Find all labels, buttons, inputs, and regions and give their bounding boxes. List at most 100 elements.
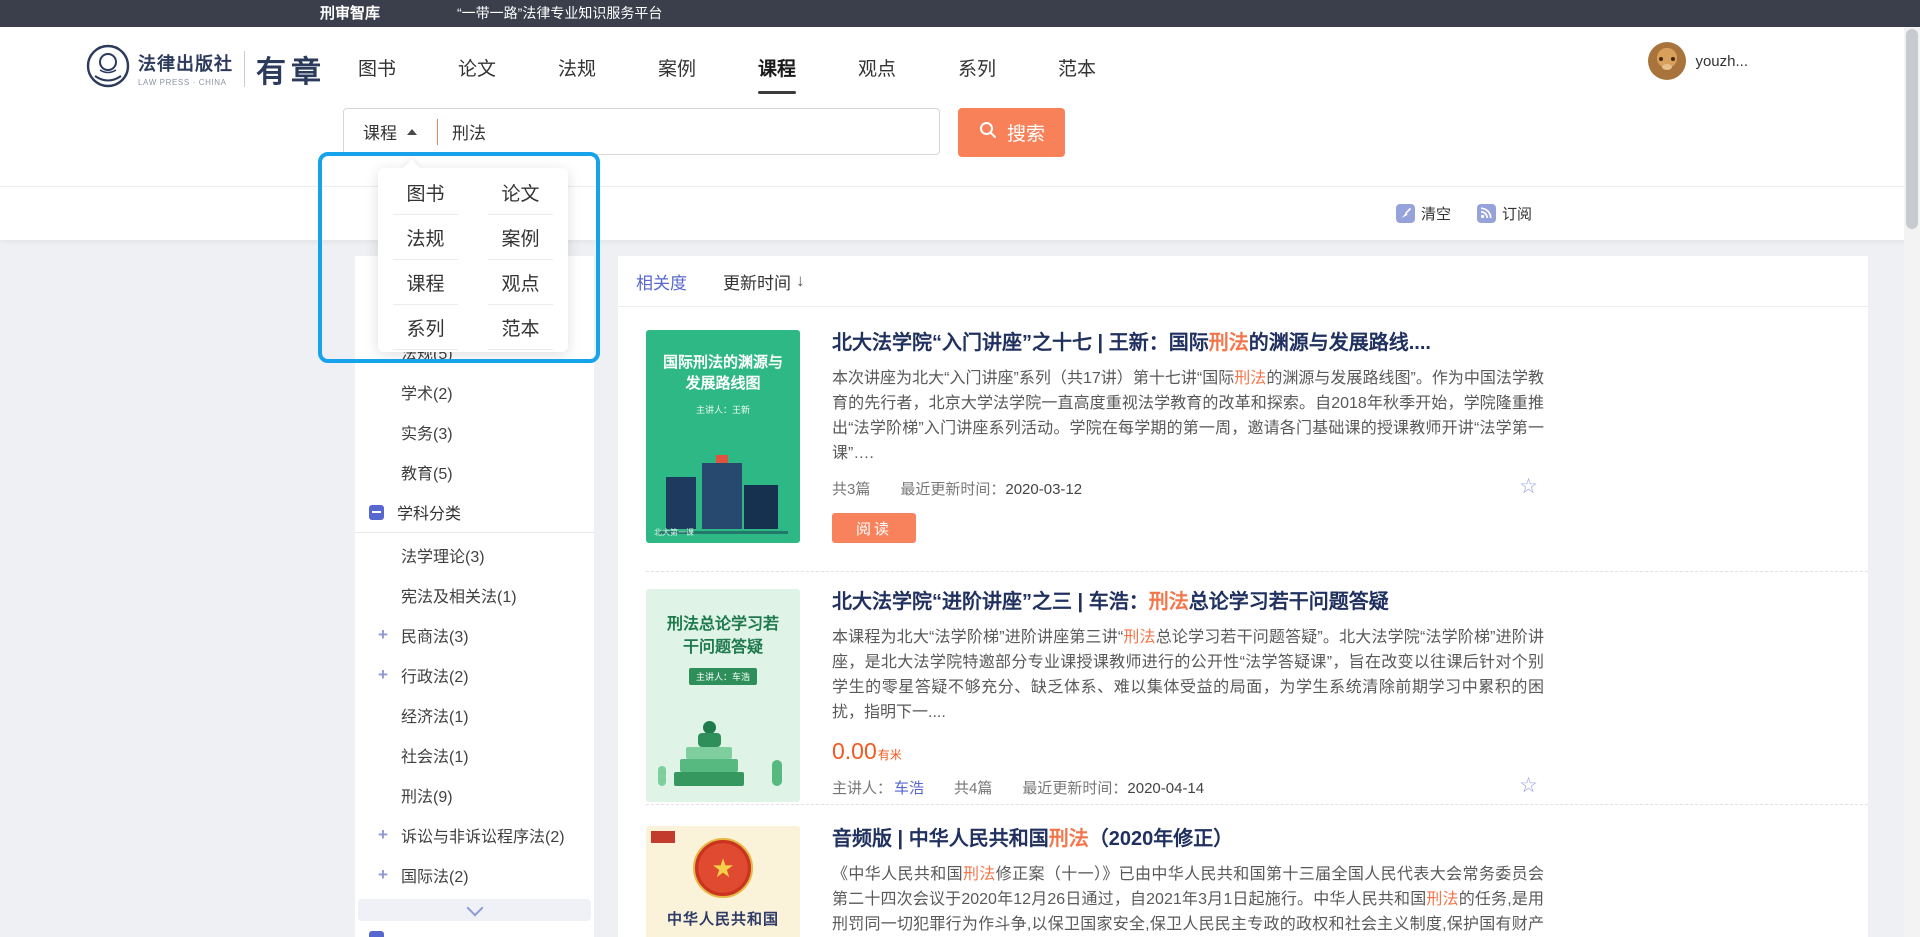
- search-button[interactable]: 搜索: [958, 108, 1065, 157]
- sidebar-item[interactable]: 法学理论(3): [355, 535, 594, 575]
- sidebar-item-label: 国际法(2): [401, 863, 469, 887]
- keyword-highlight: 刑法: [1234, 370, 1266, 387]
- sidebar-item-label: 法学理论(3): [401, 543, 485, 567]
- topbar-link-belt-road-platform[interactable]: “一带一路”法律专业知识服务平台: [457, 0, 662, 27]
- expand-plus-icon[interactable]: +: [378, 665, 388, 685]
- dropdown-option[interactable]: 观点: [473, 260, 568, 305]
- sidebar-item[interactable]: 经济法(1): [355, 695, 594, 735]
- text-segment: 《中华人民共和国: [832, 866, 963, 883]
- site-logo[interactable]: 法律出版社 LAW PRESS · CHINA 有章: [85, 43, 326, 94]
- sidebar-section-header[interactable]: 学科分类: [355, 492, 594, 533]
- illustration-shape: [680, 759, 738, 772]
- course-info: 北大法学院“入门讲座”之十七 | 王新：国际刑法的渊源与发展路线.... 本次讲座…: [832, 330, 1544, 543]
- cover-illustration: [646, 710, 800, 802]
- favorite-star-icon[interactable]: ☆: [1519, 773, 1538, 798]
- sidebar-item[interactable]: 刑法(9): [355, 775, 594, 815]
- primary-nav: 图书 论文 法规 案例 课程 观点 系列 范本: [358, 27, 1096, 107]
- cover-title: 中华人民共和国: [646, 908, 800, 929]
- sidebar-item-label: 宪法及相关法(1): [401, 583, 517, 607]
- text-segment: 北大法学院“进阶讲座”之三 | 车浩：: [832, 591, 1149, 613]
- nav-tab[interactable]: 观点: [858, 54, 896, 81]
- sidebar-item[interactable]: 实务(3): [355, 412, 594, 452]
- illustration-shape: [702, 463, 742, 529]
- keyword-highlight: 刑法: [1049, 828, 1089, 850]
- read-button[interactable]: 阅读: [832, 513, 916, 543]
- course-title[interactable]: 北大法学院“入门讲座”之十七 | 王新：国际刑法的渊源与发展路线....: [832, 330, 1544, 357]
- keyword-highlight: 刑法: [1209, 332, 1249, 354]
- text-segment: （2020年修正）: [1089, 828, 1234, 850]
- nav-tab[interactable]: 案例: [658, 54, 696, 81]
- site-header: 法律出版社 LAW PRESS · CHINA 有章 图书论文法规案例课程观点系…: [0, 27, 1920, 187]
- dropdown-option[interactable]: 法规: [378, 215, 473, 260]
- sidebar-item[interactable]: +民商法(3): [355, 615, 594, 655]
- collapse-minus-icon[interactable]: [369, 505, 384, 520]
- nav-tab[interactable]: 论文: [458, 54, 496, 81]
- text-segment: 音频版 | 中华人民共和国: [832, 828, 1049, 850]
- course-title[interactable]: 北大法学院“进阶讲座”之三 | 车浩：刑法总论学习若干问题答疑: [832, 589, 1544, 616]
- publisher-corner-badge: [651, 831, 675, 843]
- dropdown-option[interactable]: 系列: [378, 305, 473, 350]
- course-title[interactable]: 音频版 | 中华人民共和国刑法（2020年修正）: [832, 826, 1544, 853]
- clear-button[interactable]: 清空: [1396, 203, 1451, 224]
- illustration-shape: [666, 477, 696, 529]
- text-segment: 总论学习若干问题答疑: [1189, 591, 1389, 613]
- page: 刑审智库 “一带一路”法律专业知识服务平台 法律出版社 LAW PRESS · …: [0, 0, 1920, 937]
- updated-time: 最近更新时间：2020-04-14: [1022, 777, 1204, 798]
- illustration-shape: [658, 766, 666, 786]
- dropdown-option[interactable]: 课程: [378, 260, 473, 305]
- course-cover[interactable]: 国际刑法的渊源与发展路线图主讲人：王新北大第一课: [646, 330, 800, 543]
- nav-tab[interactable]: 图书: [358, 54, 396, 81]
- results-panel: 相关度更新时间↓ 国际刑法的渊源与发展路线图主讲人：王新北大第一课北大法学院“入…: [618, 256, 1868, 937]
- illustration-shape: [744, 485, 778, 529]
- dropdown-option[interactable]: 案例: [473, 215, 568, 260]
- expand-plus-icon[interactable]: +: [378, 825, 388, 845]
- collapse-icon-partial[interactable]: [369, 931, 384, 937]
- updated-time: 最近更新时间：2020-03-12: [900, 478, 1082, 499]
- dropdown-option[interactable]: 图书: [378, 170, 473, 215]
- search-category-selector[interactable]: 课程: [344, 119, 437, 144]
- sort-option[interactable]: 更新时间↓: [723, 269, 805, 294]
- course-cover[interactable]: ★中华人民共和国: [646, 826, 800, 937]
- subscribe-button[interactable]: 订阅: [1477, 203, 1532, 224]
- search-input[interactable]: [438, 122, 939, 142]
- cover-speaker: 主讲人：王新: [646, 403, 800, 416]
- course-cover[interactable]: 刑法总论学习若干问题答疑主讲人：车浩: [646, 589, 800, 802]
- search-icon: [978, 120, 998, 146]
- expand-more-bar[interactable]: [358, 899, 591, 921]
- user-name: youzh...: [1695, 53, 1748, 70]
- illustration-shape: [698, 733, 721, 747]
- nav-tab[interactable]: 系列: [958, 54, 996, 81]
- sidebar-item[interactable]: 学术(2): [355, 372, 594, 412]
- sidebar-item[interactable]: + 国际法(2): [355, 855, 594, 895]
- expand-plus-icon[interactable]: +: [378, 865, 388, 885]
- sidebar-item[interactable]: +诉讼与非诉讼程序法(2): [355, 815, 594, 855]
- favorite-star-icon[interactable]: ☆: [1519, 474, 1538, 499]
- topbar-link-criminal-thinktank[interactable]: 刑审智库: [320, 0, 380, 27]
- search-box: 课程: [343, 108, 940, 155]
- broom-icon: [1396, 204, 1415, 223]
- sidebar-item[interactable]: +行政法(2): [355, 655, 594, 695]
- avatar[interactable]: [1648, 42, 1686, 80]
- user-account[interactable]: youzh...: [1648, 42, 1748, 80]
- course-card: 国际刑法的渊源与发展路线图主讲人：王新北大第一课北大法学院“入门讲座”之十七 |…: [646, 307, 1868, 571]
- lion-logo-icon: [85, 43, 131, 94]
- scrollbar-thumb[interactable]: [1906, 29, 1918, 229]
- page-scrollbar: [1904, 27, 1920, 937]
- nav-tab[interactable]: 范本: [1058, 54, 1096, 81]
- sidebar-item[interactable]: 宪法及相关法(1): [355, 575, 594, 615]
- sidebar-item[interactable]: 社会法(1): [355, 735, 594, 775]
- top-utility-bar: 刑审智库 “一带一路”法律专业知识服务平台: [0, 0, 1920, 27]
- cover-speaker-badge: 主讲人：车浩: [689, 668, 757, 685]
- text-segment: 本次讲座为北大“入门讲座”系列（共17讲）第十七讲“国际: [832, 370, 1234, 387]
- nav-tab[interactable]: 课程: [758, 54, 796, 81]
- sidebar-item[interactable]: 教育(5): [355, 452, 594, 492]
- nav-tab[interactable]: 法规: [558, 54, 596, 81]
- sort-option[interactable]: 相关度: [636, 269, 687, 294]
- price-unit: 有米: [878, 748, 902, 762]
- course-description: 本课程为北大“法学阶梯”进阶讲座第三讲“刑法总论学习若干问题答疑”。北大法学院“…: [832, 625, 1544, 725]
- dropdown-option[interactable]: 范本: [473, 305, 568, 350]
- speaker-link[interactable]: 车浩: [894, 780, 924, 797]
- dropdown-option[interactable]: 论文: [473, 170, 568, 215]
- expand-plus-icon[interactable]: +: [378, 625, 388, 645]
- course-meta: 主讲人：车浩共4篇最近更新时间：2020-04-14☆: [832, 776, 1544, 798]
